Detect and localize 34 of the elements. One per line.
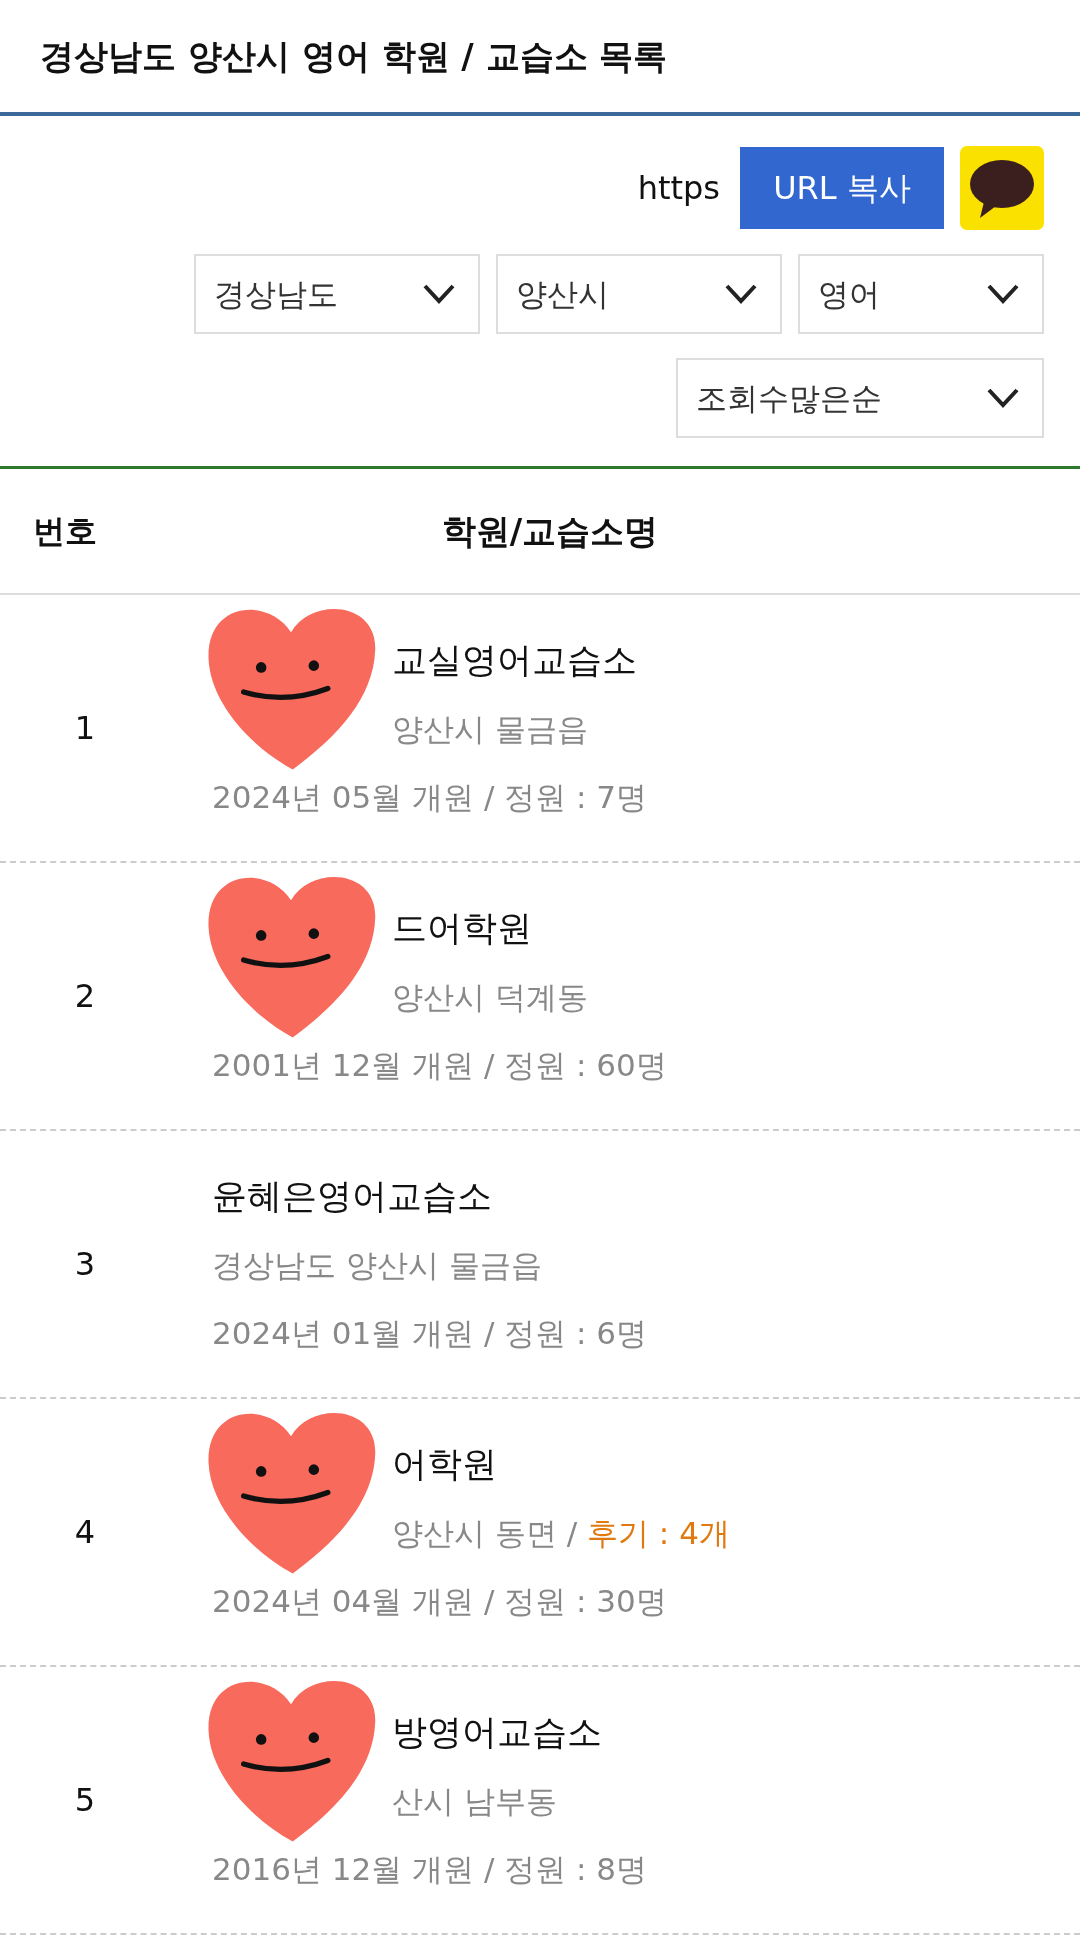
- open-date-text: 2024년 01월 개원 / 정원 : 6명: [212, 1315, 648, 1351]
- open-date-text: 2001년 12월 개원 / 정원 : 60명: [212, 1047, 667, 1083]
- dropdown-select[interactable]: 조회수많은순: [676, 358, 1044, 438]
- academy-name[interactable]: 드어학원: [392, 908, 532, 948]
- dropdown-select[interactable]: 양산시: [496, 254, 782, 334]
- address-text: 산시 남부동: [392, 1783, 557, 1819]
- column-header: 번호: [33, 512, 97, 550]
- url-text: https: [637, 168, 720, 209]
- chevron-down-icon: [986, 283, 1020, 305]
- talk-share-icon[interactable]: [960, 146, 1044, 230]
- dropdown-select[interactable]: 경상남도: [194, 254, 480, 334]
- address-text: 양산시 덕계동: [392, 979, 588, 1015]
- copy-url-button[interactable]: URL 복사: [740, 147, 944, 229]
- address-text: 경상남도 양산시 물금읍: [212, 1247, 542, 1283]
- column-header: 학원/교습소명: [441, 510, 659, 551]
- open-date-text: 2024년 04월 개원 / 정원 : 30명: [212, 1583, 667, 1619]
- row-number: 5: [74, 1781, 96, 1819]
- row-number: 1: [74, 709, 96, 747]
- chevron-down-icon: [986, 387, 1020, 409]
- open-date-text: 2024년 05월 개원 / 정원 : 7명: [212, 779, 648, 815]
- academy-name[interactable]: 어학원: [392, 1444, 497, 1484]
- row-number: 4: [74, 1513, 96, 1551]
- row-number: 2: [74, 977, 96, 1015]
- chevron-down-icon: [422, 283, 456, 305]
- address-text: 양산시 물금읍: [392, 711, 588, 747]
- open-date-text: 2016년 12월 개원 / 정원 : 8명: [212, 1851, 648, 1887]
- academy-name[interactable]: 방영어교습소: [392, 1712, 602, 1752]
- dropdown-select[interactable]: 영어: [798, 254, 1044, 334]
- chevron-down-icon: [724, 283, 758, 305]
- row-number: 3: [74, 1245, 96, 1283]
- academy-name[interactable]: 윤혜은영어교습소: [212, 1176, 492, 1216]
- address-text: 양산시 동면 /: [392, 1515, 578, 1551]
- page-title: 경상남도 양산시 영어 학원 / 교습소 목록: [40, 35, 668, 77]
- academy-name[interactable]: 교실영어교습소: [392, 640, 637, 680]
